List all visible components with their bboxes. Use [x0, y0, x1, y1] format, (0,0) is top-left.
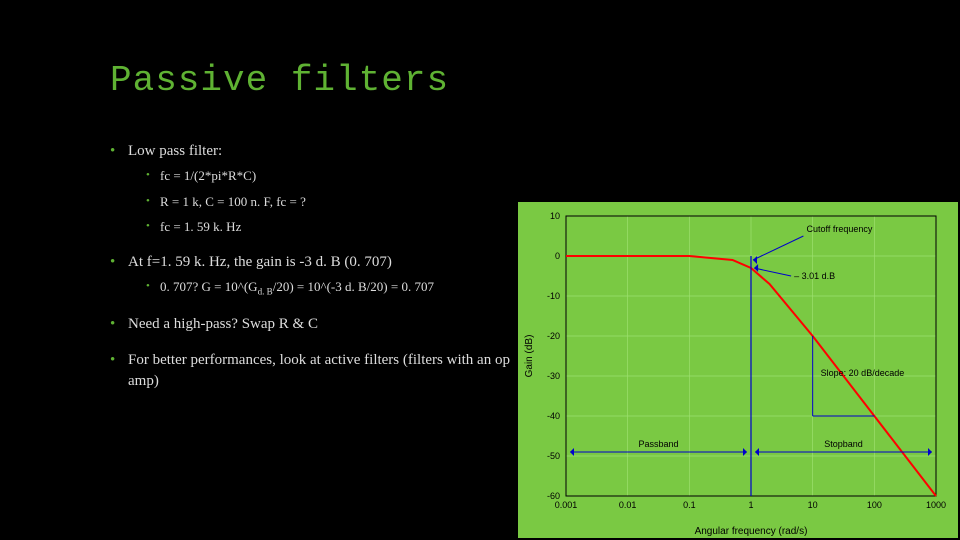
bullet-gain-calc: 0. 707? G = 10^(Gd. B/20) = 10^(-3 d. B/… — [146, 278, 530, 298]
svg-text:Slope: 20 dB/decade: Slope: 20 dB/decade — [821, 368, 905, 378]
gain-calc-sub: d. B — [258, 287, 273, 297]
svg-text:1000: 1000 — [926, 500, 946, 510]
svg-text:Passband: Passband — [638, 439, 678, 449]
slide-content: Low pass filter: fc = 1/(2*pi*R*C) R = 1… — [110, 141, 530, 391]
svg-text:Stopband: Stopband — [824, 439, 863, 449]
svg-text:Gain (dB): Gain (dB) — [524, 335, 535, 378]
svg-text:0.001: 0.001 — [555, 500, 578, 510]
bullet-lowpass: Low pass filter: fc = 1/(2*pi*R*C) R = 1… — [110, 141, 530, 236]
bullet-gain-text: At f=1. 59 k. Hz, the gain is -3 d. B (0… — [128, 254, 392, 270]
svg-text:-40: -40 — [547, 411, 560, 421]
svg-text:-20: -20 — [547, 331, 560, 341]
svg-text:-10: -10 — [547, 291, 560, 301]
svg-text:-30: -30 — [547, 371, 560, 381]
bullet-rc-values: R = 1 k, C = 100 n. F, fc = ? — [146, 193, 530, 211]
svg-text:0: 0 — [555, 251, 560, 261]
slide-title: Passive filters — [110, 60, 960, 101]
svg-text:-50: -50 — [547, 451, 560, 461]
bullet-lowpass-text: Low pass filter: — [128, 143, 222, 159]
bullet-fc-result: fc = 1. 59 k. Hz — [146, 218, 530, 236]
bullet-gain: At f=1. 59 k. Hz, the gain is -3 d. B (0… — [110, 252, 530, 298]
bullet-active: For better performances, look at active … — [110, 350, 530, 391]
gain-calc-pre: 0. 707? G = 10^(G — [160, 279, 258, 294]
svg-text:0.01: 0.01 — [619, 500, 637, 510]
gain-calc-post: /20) = 10^(-3 d. B/20) = 0. 707 — [273, 279, 434, 294]
svg-text:10: 10 — [550, 211, 560, 221]
bode-plot: 100-10-20-30-40-50-600.0010.010.11101001… — [518, 202, 958, 538]
bullet-highpass: Need a high-pass? Swap R & C — [110, 314, 530, 334]
bullet-fc-formula: fc = 1/(2*pi*R*C) — [146, 167, 530, 185]
svg-text:– 3.01 d.B: – 3.01 d.B — [794, 271, 835, 281]
svg-text:10: 10 — [808, 500, 818, 510]
svg-text:0.1: 0.1 — [683, 500, 696, 510]
svg-text:Cutoff frequency: Cutoff frequency — [807, 224, 873, 234]
svg-text:100: 100 — [867, 500, 882, 510]
svg-text:Angular frequency (rad/s): Angular frequency (rad/s) — [695, 526, 808, 537]
svg-text:1: 1 — [748, 500, 753, 510]
